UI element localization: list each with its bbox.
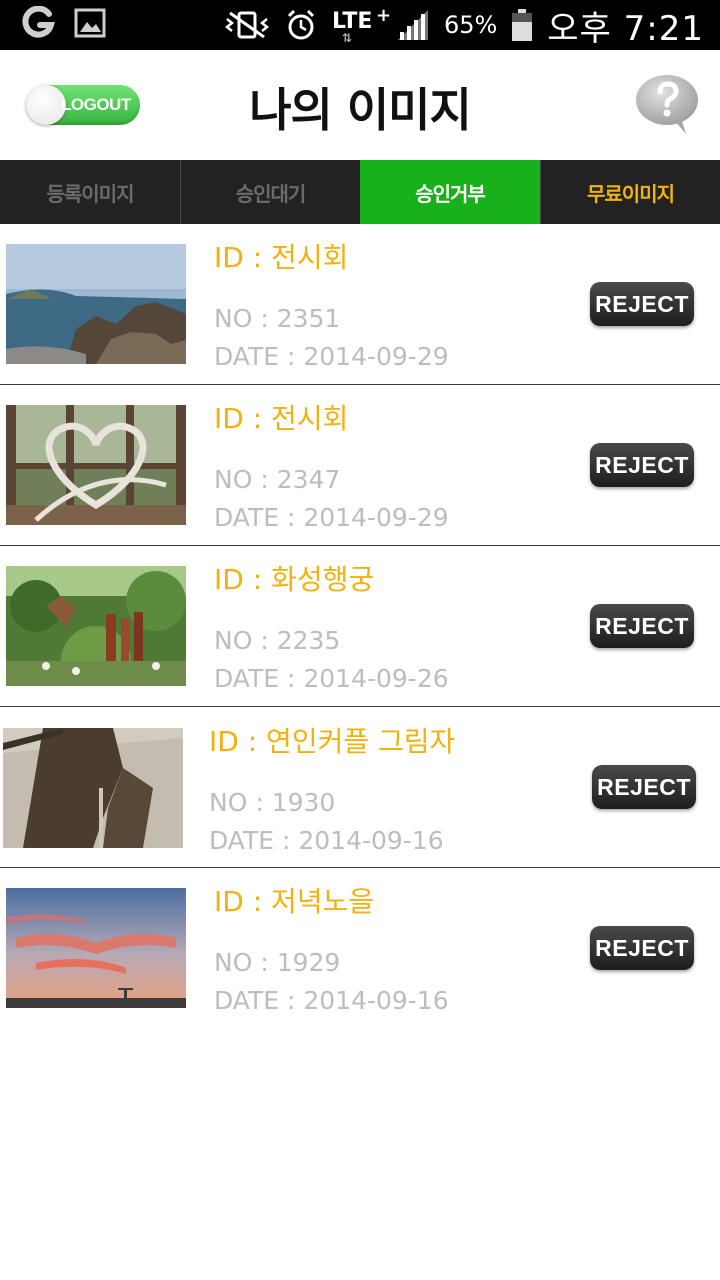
- item-date: DATE : 2014-09-29: [214, 342, 449, 371]
- data-arrows-icon: ⇅: [341, 31, 352, 45]
- image-list: ID : 전시회 NO : 2351 DATE : 2014-09-29 REJ…: [0, 224, 720, 1029]
- item-number: NO : 2235: [214, 626, 341, 655]
- item-date: DATE : 2014-09-16: [214, 986, 449, 1015]
- network-indicator: LTE + ⇅: [331, 5, 391, 45]
- thumbnail-image[interactable]: [6, 405, 186, 525]
- item-date: DATE : 2014-09-16: [209, 826, 444, 855]
- tab-approval-rejected[interactable]: 승인거부: [360, 160, 540, 224]
- thumbnail-image[interactable]: [6, 566, 186, 686]
- signal-icon: [397, 10, 428, 40]
- list-item[interactable]: ID : 연인커플 그림자 NO : 1930 DATE : 2014-09-1…: [0, 707, 720, 868]
- item-number: NO : 2351: [214, 304, 341, 333]
- battery-icon: [512, 9, 533, 41]
- carrier-g-icon: [22, 6, 55, 38]
- item-date: DATE : 2014-09-26: [214, 664, 449, 693]
- reject-button[interactable]: REJECT: [590, 926, 694, 970]
- network-label: LTE: [331, 9, 373, 34]
- thumbnail-image[interactable]: [6, 888, 186, 1008]
- tab-pending-approval[interactable]: 승인대기: [180, 160, 360, 224]
- reject-button[interactable]: REJECT: [590, 604, 694, 648]
- item-id: ID : 전시회: [214, 241, 349, 274]
- item-date: DATE : 2014-09-29: [214, 503, 449, 532]
- reject-button[interactable]: REJECT: [592, 765, 696, 809]
- reject-button[interactable]: REJECT: [590, 282, 694, 326]
- item-number: NO : 1930: [209, 788, 336, 817]
- item-id: ID : 화성행궁: [214, 563, 375, 596]
- battery-percent: 65%: [443, 11, 498, 39]
- question-icon[interactable]: [634, 72, 700, 138]
- reject-button[interactable]: REJECT: [590, 443, 694, 487]
- list-item[interactable]: ID : 전시회 NO : 2347 DATE : 2014-09-29 REJ…: [0, 385, 720, 546]
- tab-free-images[interactable]: 무료이미지: [540, 160, 720, 224]
- status-bar: LTE + ⇅ 65% 오후 7:21: [0, 0, 720, 50]
- item-number: NO : 2347: [214, 465, 341, 494]
- item-id: ID : 저녁노을: [214, 885, 375, 918]
- status-right: LTE + ⇅ 65% 오후 7:21: [224, 0, 704, 50]
- vibrate-mute-icon: [224, 11, 269, 39]
- thumbnail-image[interactable]: [6, 244, 186, 364]
- item-info: ID : 연인커플 그림자 NO : 1930 DATE : 2014-09-1…: [209, 722, 455, 860]
- item-info: ID : 전시회 NO : 2351 DATE : 2014-09-29: [214, 238, 449, 376]
- tab-registered-images[interactable]: 등록이미지: [0, 160, 180, 224]
- network-plus: +: [375, 5, 392, 26]
- item-info: ID : 전시회 NO : 2347 DATE : 2014-09-29: [214, 399, 449, 537]
- thumbnail-image[interactable]: [3, 728, 183, 848]
- item-id: ID : 전시회: [214, 402, 349, 435]
- item-info: ID : 화성행궁 NO : 2235 DATE : 2014-09-26: [214, 560, 449, 698]
- tab-bar: 등록이미지 승인대기 승인거부 무료이미지: [0, 160, 720, 224]
- app-header: LOGOUT 나의 이미지: [0, 50, 720, 160]
- item-info: ID : 저녁노을 NO : 1929 DATE : 2014-09-16: [214, 882, 449, 1020]
- list-item[interactable]: ID : 전시회 NO : 2351 DATE : 2014-09-29 REJ…: [0, 224, 720, 385]
- list-item[interactable]: ID : 화성행궁 NO : 2235 DATE : 2014-09-26 RE…: [0, 546, 720, 707]
- page-title: 나의 이미지: [249, 83, 472, 137]
- status-left: [22, 6, 106, 40]
- clock: 오후 7:21: [547, 8, 704, 49]
- item-number: NO : 1929: [214, 948, 341, 977]
- item-id: ID : 연인커플 그림자: [209, 725, 456, 758]
- gallery-icon: [74, 8, 106, 38]
- list-item[interactable]: ID : 저녁노을 NO : 1929 DATE : 2014-09-16 RE…: [0, 868, 720, 1029]
- alarm-icon: [287, 9, 314, 40]
